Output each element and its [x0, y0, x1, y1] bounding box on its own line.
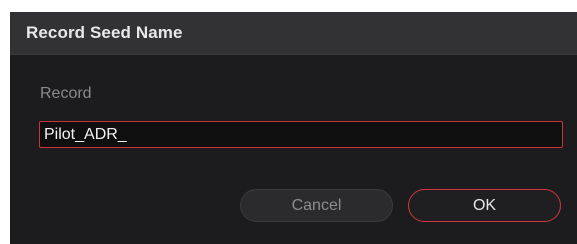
cancel-button[interactable]: Cancel	[240, 189, 393, 222]
record-seed-name-dialog: Record Seed Name Record Cancel OK	[10, 12, 577, 244]
dialog-title: Record Seed Name	[26, 23, 183, 42]
dialog-titlebar[interactable]: Record Seed Name	[10, 12, 577, 55]
ok-button[interactable]: OK	[408, 189, 561, 222]
ok-button-label: OK	[472, 196, 497, 214]
record-field-label: Record	[40, 85, 92, 102]
cancel-button-label: Cancel	[291, 196, 342, 214]
record-name-input[interactable]	[39, 121, 563, 148]
